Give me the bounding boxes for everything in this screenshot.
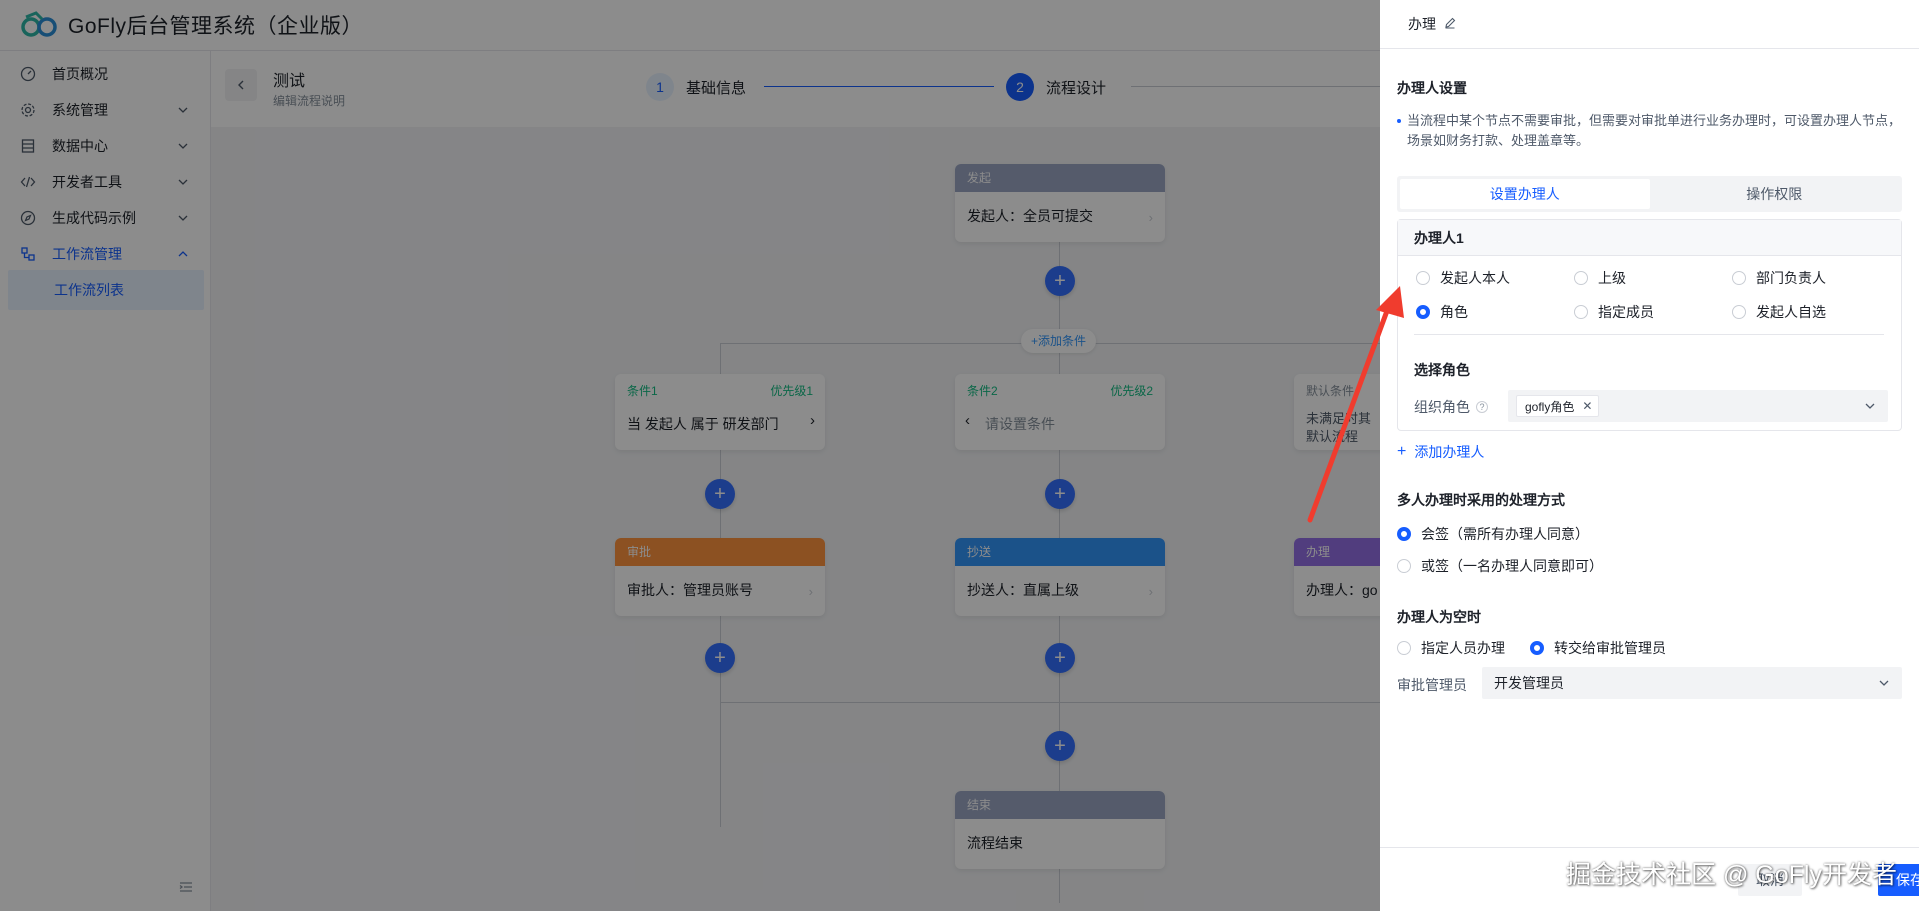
radio-label: 上级 xyxy=(1598,270,1626,286)
tab-set-handler[interactable]: 设置办理人 xyxy=(1400,179,1650,209)
role-select[interactable]: gofly角色 ✕ xyxy=(1508,390,1888,422)
role-label-text: 组织角色 xyxy=(1414,399,1470,415)
radio-circle xyxy=(1397,559,1411,573)
chevron-down-icon xyxy=(1865,403,1875,409)
admin-select[interactable]: 开发管理员 xyxy=(1482,667,1902,699)
radio-dept-head[interactable]: 部门负责人 xyxy=(1732,268,1826,288)
close-icon[interactable]: ✕ xyxy=(1582,399,1592,413)
tab-permissions[interactable]: 操作权限 xyxy=(1650,179,1900,209)
radio-specified-member[interactable]: 指定成员 xyxy=(1574,302,1654,322)
empty-handler-title: 办理人为空时 xyxy=(1397,609,1481,625)
radio-label: 指定成员 xyxy=(1598,304,1654,320)
handler-hint: 当流程中某个节点不需要审批，但需要对审批单进行业务办理时，可设置办理人节点，场景… xyxy=(1397,111,1902,151)
divider xyxy=(1414,334,1884,335)
radio-circle xyxy=(1574,305,1588,319)
radio-role[interactable]: 角色 xyxy=(1416,302,1468,322)
multi-handler-title: 多人办理时采用的处理方式 xyxy=(1397,492,1565,508)
radio-circle xyxy=(1530,641,1544,655)
add-handler-label: 添加办理人 xyxy=(1414,444,1485,460)
radio-specified-person[interactable]: 指定人员办理 xyxy=(1397,638,1505,658)
radio-label: 角色 xyxy=(1440,304,1468,320)
admin-select-value: 开发管理员 xyxy=(1494,675,1564,691)
role-label: 组织角色 ? xyxy=(1414,397,1488,417)
radio-circle xyxy=(1397,527,1411,541)
watermark: 掘金技术社区 @ GoFly开发者 xyxy=(1566,861,1897,889)
select-role-title: 选择角色 xyxy=(1414,362,1470,378)
radio-circle xyxy=(1416,271,1430,285)
radio-transfer-admin[interactable]: 转交给审批管理员 xyxy=(1530,638,1666,658)
radio-label: 发起人本人 xyxy=(1440,270,1510,286)
question-icon[interactable]: ? xyxy=(1476,401,1488,413)
radio-countersign[interactable]: 会签（需所有办理人同意） xyxy=(1397,524,1589,544)
edit-icon[interactable] xyxy=(1444,16,1456,32)
radio-superior[interactable]: 上级 xyxy=(1574,268,1626,288)
handler-card: 办理人1 发起人本人 上级 部门负责人 角色 指定成员 发起人自选 选择角色 组… xyxy=(1397,219,1902,431)
radio-or-sign[interactable]: 或签（一名办理人同意即可） xyxy=(1397,556,1603,576)
role-tag-label: gofly角色 xyxy=(1525,399,1575,414)
admin-label: 审批管理员 xyxy=(1397,677,1467,693)
chevron-down-icon xyxy=(1879,680,1889,686)
plus-icon: + xyxy=(1397,443,1407,460)
radio-circle xyxy=(1732,271,1746,285)
add-handler-button[interactable]: + 添加办理人 xyxy=(1397,442,1484,462)
radio-circle xyxy=(1397,641,1411,655)
radio-label: 指定人员办理 xyxy=(1421,640,1505,656)
drawer-tabs: 设置办理人 操作权限 xyxy=(1397,176,1902,212)
handler-card-title: 办理人1 xyxy=(1398,220,1901,256)
drawer-mask[interactable] xyxy=(0,0,1380,911)
handler-settings-title: 办理人设置 xyxy=(1397,80,1467,96)
radio-label: 会签（需所有办理人同意） xyxy=(1421,526,1589,542)
radio-initiator-choose[interactable]: 发起人自选 xyxy=(1732,302,1826,322)
radio-circle xyxy=(1574,271,1588,285)
drawer-title: 办理 xyxy=(1408,16,1436,32)
role-tag: gofly角色 ✕ xyxy=(1516,395,1600,417)
radio-circle xyxy=(1732,305,1746,319)
drawer-header: 办理 xyxy=(1380,0,1919,49)
radio-label: 或签（一名办理人同意即可） xyxy=(1421,558,1603,574)
radio-circle xyxy=(1416,305,1430,319)
radio-label: 发起人自选 xyxy=(1756,304,1826,320)
radio-initiator-self[interactable]: 发起人本人 xyxy=(1416,268,1510,288)
radio-label: 部门负责人 xyxy=(1756,270,1826,286)
node-settings-drawer: 办理 办理人设置 当流程中某个节点不需要审批，但需要对审批单进行业务办理时，可设… xyxy=(1380,0,1919,911)
radio-label: 转交给审批管理员 xyxy=(1554,640,1666,656)
